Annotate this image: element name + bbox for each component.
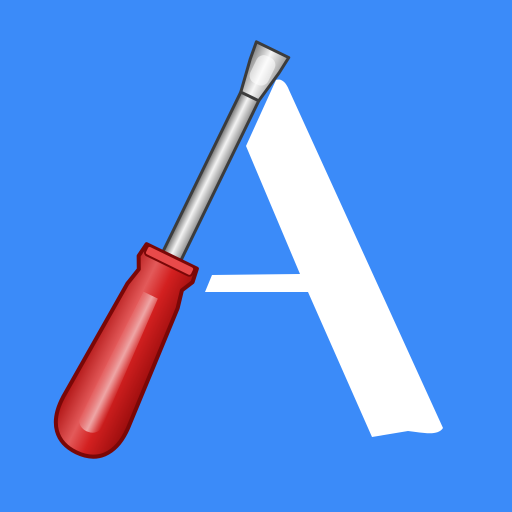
app-icon xyxy=(0,0,512,512)
app-icon-artwork xyxy=(0,0,512,512)
